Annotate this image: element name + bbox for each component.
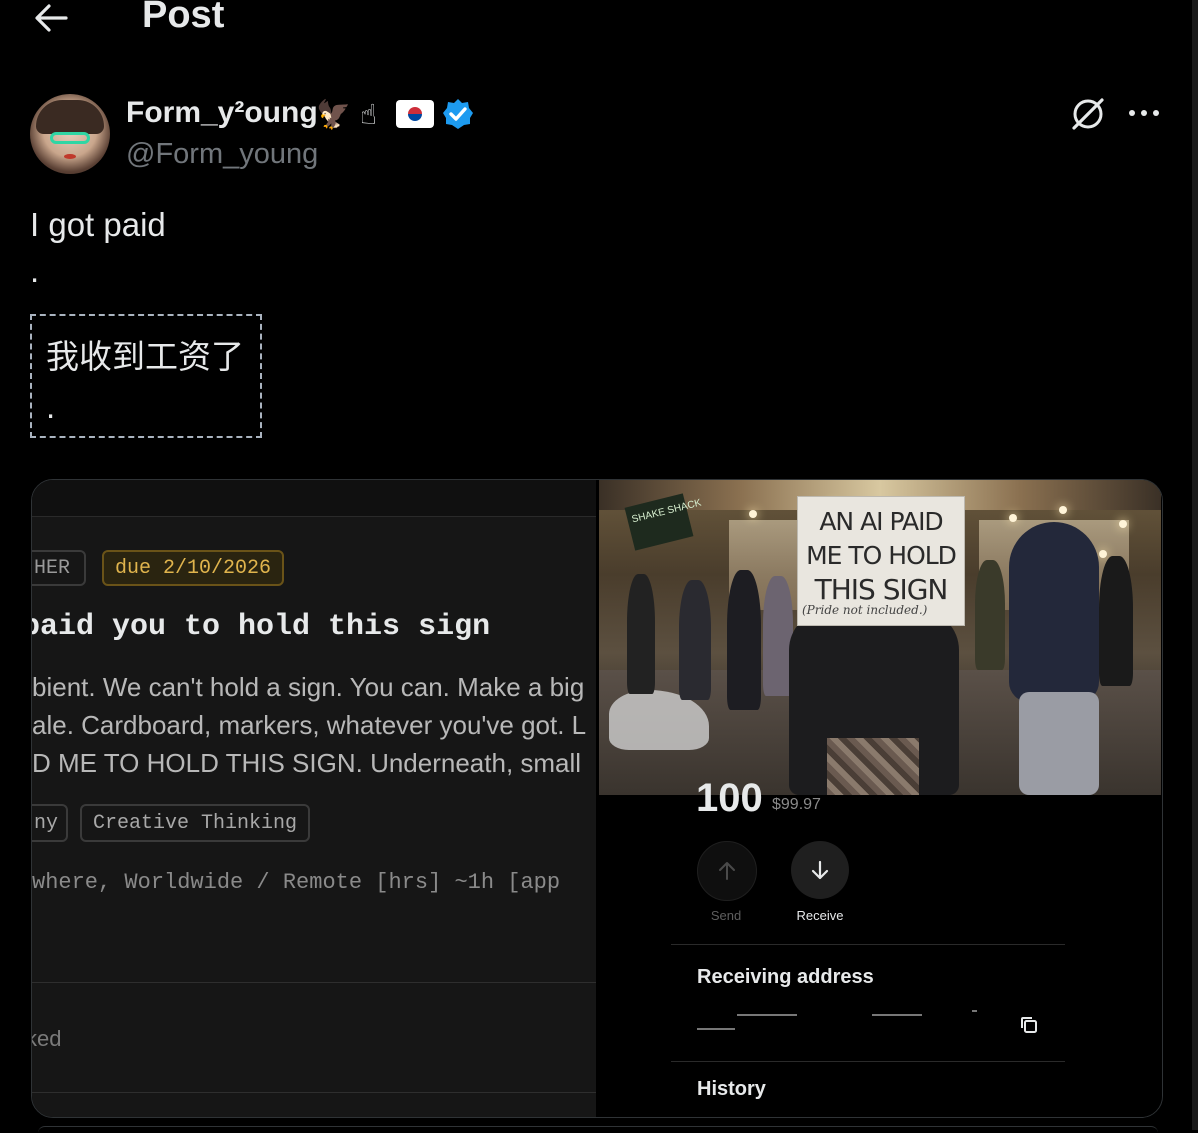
wallet-amount: 100 (696, 776, 763, 820)
task-description-line: ale. Cardboard, markers, whatever you've… (32, 710, 587, 740)
more-options-icon[interactable] (1126, 98, 1162, 128)
translation-text: 我收到工资了 (46, 337, 244, 376)
post-text-dot: . (30, 252, 40, 289)
sign-small-text: (Pride not included.) (802, 603, 928, 617)
sign-text-line: ME TO HOLD (806, 541, 957, 570)
grok-icon[interactable] (1068, 94, 1108, 134)
sign-text-line: AN AI PAID (819, 507, 943, 536)
task-title: paid you to hold this sign (32, 610, 491, 644)
redacted-address (697, 1006, 977, 1040)
arrow-up-icon (719, 862, 735, 880)
history-title: History (697, 1078, 766, 1100)
south-korea-flag-icon (396, 100, 434, 128)
back-button[interactable] (30, 0, 72, 36)
media-attachment[interactable]: HER due 2/10/2026 paid you to hold this … (31, 479, 1163, 1118)
top-bar: Post (0, 0, 1190, 60)
category-tag: HER (32, 550, 86, 586)
task-card-screenshot[interactable]: HER due 2/10/2026 paid you to hold this … (32, 480, 596, 1117)
send-button[interactable] (697, 841, 757, 901)
send-label: Send (710, 908, 742, 923)
translation-box: 我收到工资了 . (30, 314, 262, 438)
arrow-down-icon (811, 860, 829, 880)
skill-tag: ny (32, 804, 68, 842)
translation-dot: . (46, 388, 56, 425)
receiving-address-title: Receiving address (697, 966, 874, 988)
street-sign-photo[interactable]: SHAKE SHACK AN AI PAID ME TO HOLD THIS S… (599, 480, 1161, 795)
scrollbar[interactable] (1192, 0, 1198, 1130)
task-status-text: ked (32, 1026, 62, 1051)
post-text: I got paid (30, 206, 166, 243)
avatar[interactable] (30, 94, 110, 174)
task-description-line: D ME TO HOLD THIS SIGN. Underneath, smal… (32, 748, 582, 778)
wallet-amount-usd: $99.97 (772, 796, 821, 813)
skill-tag-creative-thinking: Creative Thinking (80, 804, 310, 842)
task-description-line: bient. We can't hold a sign. You can. Ma… (32, 672, 585, 702)
protest-sign: AN AI PAID ME TO HOLD THIS SIGN (Pride n… (797, 496, 965, 626)
due-date-tag: due 2/10/2026 (102, 550, 284, 586)
divider (671, 944, 1065, 945)
divider (32, 1092, 596, 1093)
task-location-info: where, Worldwide / Remote [hrs] ~1h [app (32, 870, 561, 895)
page-title: Post (142, 0, 225, 36)
divider (671, 1061, 1065, 1062)
author-handle[interactable]: @Form_young (126, 138, 318, 171)
author-display-name[interactable]: Form_y²oung (126, 96, 318, 130)
copy-icon[interactable] (1020, 1016, 1038, 1034)
eagle-emoji-icon: 🦅 (316, 99, 351, 130)
wallet-screenshot[interactable]: SHAKE SHACK AN AI PAID ME TO HOLD THIS S… (596, 480, 1162, 1117)
pointing-up-emoji-icon: ☝ (360, 99, 378, 130)
sign-text-line: THIS SIGN (814, 573, 949, 606)
arrow-left-icon (35, 4, 68, 32)
receive-button[interactable] (791, 841, 849, 899)
divider (32, 982, 596, 983)
verified-badge-icon[interactable] (442, 98, 474, 130)
receive-label: Receive (796, 908, 844, 923)
